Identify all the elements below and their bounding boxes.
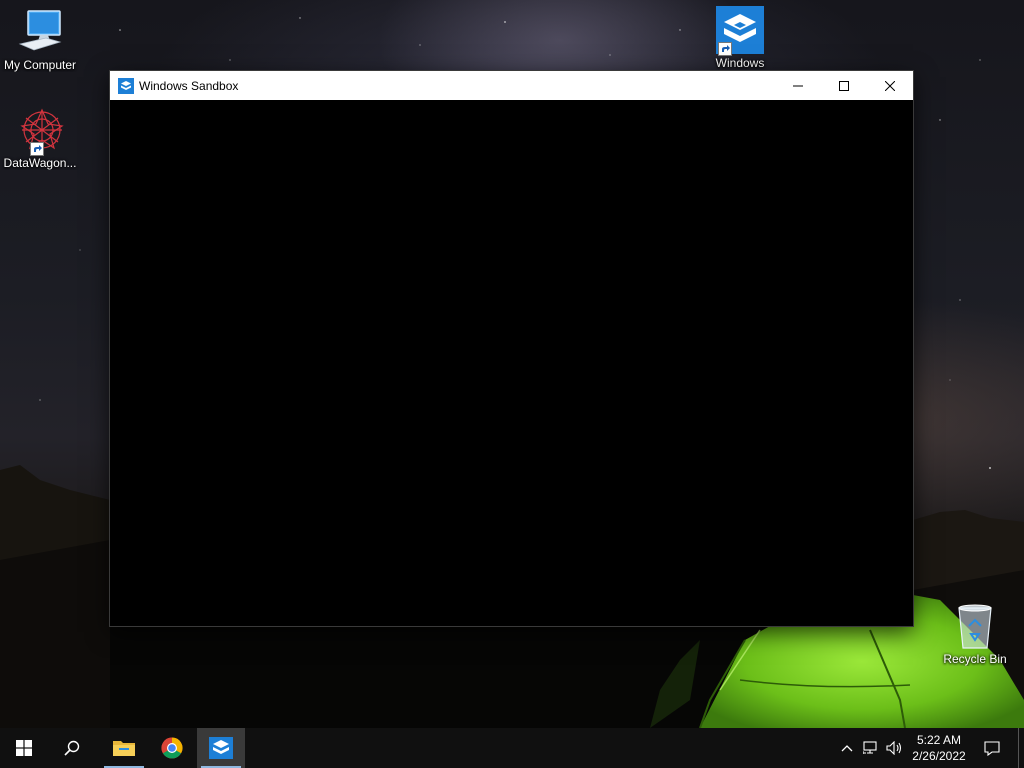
clock-time: 5:22 AM [916, 733, 962, 747]
sandbox-icon [209, 737, 233, 759]
search-icon [64, 740, 80, 756]
desktop-icon-label: Windows [715, 56, 765, 70]
sandbox-icon [118, 77, 134, 94]
clock-date: 2/26/2022 [912, 749, 966, 763]
sandbox-display-area[interactable] [110, 100, 913, 626]
windows-logo-icon [16, 740, 32, 756]
desktop-icon-label: DataWagon... [3, 156, 77, 170]
desktop-icon-recycle-bin[interactable]: Recycle Bin [935, 602, 1015, 666]
taskbar-app-file-explorer[interactable] [100, 728, 148, 768]
minimize-button[interactable] [775, 71, 821, 100]
show-desktop-button[interactable] [1018, 728, 1024, 768]
action-center-icon [984, 740, 1000, 756]
clock[interactable]: 5:22 AM 2/26/2022 [904, 728, 974, 768]
volume-icon [886, 741, 902, 755]
desktop-icon-my-computer[interactable]: My Computer [0, 8, 80, 72]
maximize-icon [839, 80, 849, 91]
network-button[interactable] [860, 728, 882, 768]
title-bar[interactable]: Windows Sandbox [110, 71, 913, 100]
recycle-bin-icon [951, 602, 999, 650]
action-center-button[interactable] [980, 728, 1004, 768]
start-button[interactable] [0, 728, 48, 768]
chrome-icon [161, 737, 183, 759]
search-button[interactable] [48, 728, 96, 768]
minimize-icon [793, 85, 803, 86]
windows-sandbox-window[interactable]: Windows Sandbox [110, 71, 913, 626]
shortcut-arrow-icon [718, 42, 732, 56]
desktop-icon-datawagon[interactable]: DataWagon... [0, 106, 80, 170]
shortcut-arrow-icon [30, 142, 44, 156]
show-hidden-icons-button[interactable] [836, 728, 858, 768]
taskbar: 5:22 AM 2/26/2022 [0, 728, 1024, 768]
taskbar-app-windows-sandbox[interactable] [197, 728, 245, 768]
desktop: My Computer DataWagon... Windows Recycle… [0, 0, 1024, 728]
sandbox-icon [716, 6, 764, 56]
network-icon [863, 741, 877, 754]
taskbar-app-chrome[interactable] [148, 728, 196, 768]
close-button[interactable] [867, 71, 913, 100]
desktop-icon-label: Recycle Bin [943, 652, 1007, 666]
datawagon-icon [16, 106, 64, 156]
desktop-icon-windows-sandbox[interactable]: Windows [700, 6, 780, 70]
window-title: Windows Sandbox [139, 78, 239, 93]
maximize-button[interactable] [821, 71, 867, 100]
chevron-up-icon [841, 745, 853, 752]
desktop-icon-label: My Computer [3, 58, 77, 72]
close-icon [885, 80, 895, 91]
computer-icon [16, 8, 64, 56]
volume-button[interactable] [884, 728, 906, 768]
folder-icon [113, 741, 135, 756]
